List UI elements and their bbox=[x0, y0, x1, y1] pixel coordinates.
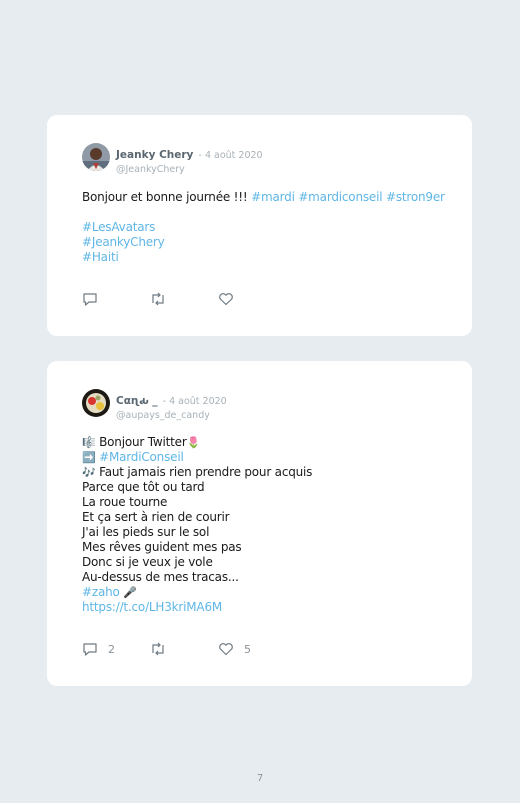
retweet-button[interactable] bbox=[150, 292, 166, 306]
tweet-line: Parce que tôt ou tard bbox=[82, 480, 205, 494]
retweet-icon bbox=[150, 642, 166, 656]
tweet-date: - 4 août 2020 bbox=[198, 150, 263, 161]
hashtag-link[interactable]: #stron9er bbox=[386, 190, 445, 204]
reply-button[interactable]: 2 bbox=[82, 642, 115, 656]
tweet-line: Mes rêves guident mes pas bbox=[82, 540, 242, 554]
tweet-line: Bonjour Twitter bbox=[99, 435, 187, 449]
retweet-icon bbox=[150, 292, 166, 306]
music-score-emoji: 🎼 bbox=[82, 436, 96, 449]
avatar[interactable] bbox=[82, 143, 110, 171]
tweet-line: Au-dessus de mes tracas... bbox=[82, 570, 239, 584]
tweet-line: Faut jamais rien prendre pour acquis bbox=[99, 465, 313, 479]
like-button[interactable] bbox=[218, 292, 244, 306]
reply-icon bbox=[82, 292, 98, 306]
author-handle[interactable]: @JeankyChery bbox=[116, 164, 263, 175]
like-button[interactable]: 5 bbox=[218, 642, 251, 656]
hashtag-link[interactable]: #LesAvatars bbox=[82, 220, 462, 235]
hashtag-link[interactable]: #JeankyChery bbox=[82, 235, 462, 250]
tweet-line: Et ça sert à rien de courir bbox=[82, 510, 230, 524]
tweet-line: Donc si je veux je vole bbox=[82, 555, 213, 569]
like-icon bbox=[218, 642, 234, 656]
tulip-emoji: 🌷 bbox=[186, 436, 201, 449]
microphone-emoji: 🎤 bbox=[123, 586, 137, 599]
avatar[interactable] bbox=[82, 389, 110, 417]
author-name[interactable]: Cαɳԃ _ bbox=[116, 395, 158, 407]
tweet-body: Bonjour et bonne journée !!! bbox=[82, 190, 248, 204]
tweet-card: Cαɳԃ _ - 4 août 2020 @aupays_de_candy 🎼 … bbox=[47, 361, 472, 686]
tweet-text: Bonjour et bonne journée !!! #mardi #mar… bbox=[82, 190, 462, 265]
tweet-line: J'ai les pieds sur le sol bbox=[82, 525, 210, 539]
tweet-date: - 4 août 2020 bbox=[162, 396, 227, 407]
retweet-button[interactable] bbox=[150, 642, 166, 656]
tweet-line: La roue tourne bbox=[82, 495, 168, 509]
author-name[interactable]: Jeanky Chery bbox=[116, 149, 193, 161]
reply-icon bbox=[82, 642, 98, 656]
author-handle[interactable]: @aupays_de_candy bbox=[116, 410, 227, 421]
like-icon bbox=[218, 292, 234, 306]
reply-button[interactable] bbox=[82, 292, 108, 306]
hashtag-link[interactable]: #Haiti bbox=[82, 250, 462, 265]
arrow-right-emoji: ➡️ bbox=[82, 451, 96, 464]
like-count: 5 bbox=[244, 642, 251, 656]
hashtag-link[interactable]: #MardiConseil bbox=[99, 450, 184, 464]
reply-count: 2 bbox=[108, 642, 115, 656]
hashtag-link[interactable]: #mardiconseil bbox=[298, 190, 382, 204]
hashtag-link[interactable]: #zaho bbox=[82, 585, 120, 599]
music-notes-emoji: 🎶 bbox=[82, 466, 96, 479]
hashtag-link[interactable]: #mardi bbox=[251, 190, 295, 204]
page-number: 7 bbox=[256, 773, 264, 784]
tweet-link[interactable]: https://t.co/LH3kriMA6M bbox=[82, 600, 462, 615]
tweet-card: Jeanky Chery - 4 août 2020 @JeankyChery … bbox=[47, 115, 472, 336]
tweet-text: 🎼 Bonjour Twitter🌷 ➡️ #MardiConseil 🎶 Fa… bbox=[82, 435, 462, 615]
